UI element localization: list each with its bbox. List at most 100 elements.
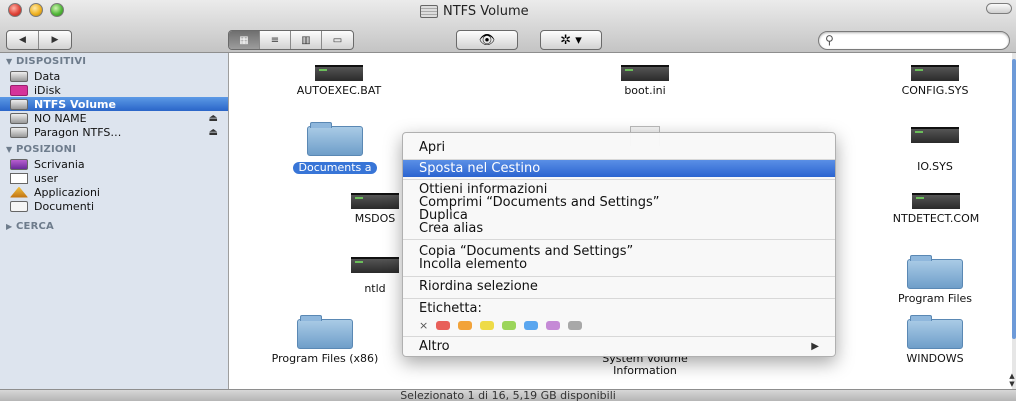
sidebar-item-data[interactable]: Data [0, 69, 228, 83]
file-name: AUTOEXEC.BAT [296, 84, 382, 97]
sidebar-item-label: NTFS Volume [34, 97, 116, 111]
executable-icon [621, 65, 669, 81]
executable-icon [351, 257, 399, 273]
menu-item-move-to-trash[interactable]: Sposta nel Cestino [403, 160, 835, 177]
file-name: boot.ini [624, 84, 666, 97]
disclosure-down-icon: ▼ [6, 57, 13, 66]
label-color-purple[interactable] [546, 320, 561, 330]
menu-item-more[interactable]: Altro ▶ [403, 339, 835, 354]
file-name: NTDETECT.COM [892, 212, 980, 225]
status-bar: Selezionato 1 di 16, 5,19 GB disponibili [0, 389, 1016, 401]
menu-item-clean-up-selection[interactable]: Riordina selezione [403, 279, 835, 294]
drive-icon [10, 98, 28, 110]
file-item[interactable]: boot.ini [570, 65, 720, 97]
scrollbar-thumb[interactable] [1012, 59, 1016, 339]
close-button[interactable] [8, 3, 22, 17]
sidebar-section-search[interactable]: ▶ CERCA [6, 221, 54, 232]
drive-icon [10, 112, 28, 124]
disclosure-right-icon: ▶ [6, 222, 13, 231]
eject-icon[interactable]: ⏏ [209, 127, 218, 138]
drive-icon [420, 4, 438, 18]
sidebar-section-devices[interactable]: ▼ DISPOSITIVI [6, 56, 86, 67]
sidebar: ▼ DISPOSITIVI Data iDisk NTFS Volume NO N… [0, 53, 229, 389]
drive-icon [10, 70, 28, 82]
executable-icon [911, 127, 959, 143]
file-name: IO.SYS [917, 160, 953, 173]
sidebar-item-scrivania[interactable]: Scrivania [0, 157, 228, 171]
search-input[interactable] [839, 33, 999, 48]
menu-separator [403, 298, 835, 299]
label-color-green[interactable] [502, 320, 517, 330]
label-color-red[interactable] [436, 320, 451, 330]
back-forward-control: ◀ ▶ [6, 30, 72, 50]
forward-button[interactable]: ▶ [39, 31, 71, 49]
sidebar-section-places[interactable]: ▼ POSIZIONI [6, 144, 76, 155]
eye-icon: 👁 [478, 32, 496, 48]
sidebar-item-paragon-ntfs[interactable]: Paragon NTFS… ⏏ [0, 125, 228, 139]
idisk-icon [10, 84, 28, 96]
file-item[interactable]: IO.SYS [860, 127, 1010, 173]
folder-icon [307, 122, 363, 156]
action-menu-button[interactable]: ✲ ▾ [540, 30, 602, 50]
menu-label-heading: Etichetta: [419, 301, 482, 316]
quick-look-button[interactable]: 👁 [456, 30, 518, 50]
sidebar-item-idisk[interactable]: iDisk [0, 83, 228, 97]
menu-item-paste[interactable]: Incolla elemento [403, 257, 835, 272]
finder-window: NTFS Volume ◀ ▶ ▦ ≡ ▥ ▭ 👁 ✲ ▾ ⚲ ▼ DISPOSI… [0, 0, 1016, 401]
icon-view-button[interactable]: ▦ [229, 31, 260, 49]
scroll-down-arrow-icon[interactable]: ▼ [1008, 380, 1016, 389]
eject-icon[interactable]: ⏏ [209, 113, 218, 124]
applications-icon [10, 186, 28, 198]
toolbar-toggle-button[interactable] [986, 3, 1012, 14]
column-view-button[interactable]: ▥ [291, 31, 322, 49]
file-name: Program Files [897, 292, 973, 305]
label-color-blue[interactable] [524, 320, 539, 330]
sidebar-item-label: Paragon NTFS… [34, 125, 122, 139]
sidebar-item-no-name[interactable]: NO NAME ⏏ [0, 111, 228, 125]
file-item[interactable]: Program Files (x86) [250, 315, 400, 365]
list-view-button[interactable]: ≡ [260, 31, 291, 49]
menu-item-make-alias[interactable]: Crea alias [403, 221, 835, 236]
sidebar-item-ntfs-volume[interactable]: NTFS Volume [0, 97, 228, 111]
file-name: Program Files (x86) [271, 352, 379, 365]
sidebar-item-documenti[interactable]: Documenti [0, 199, 228, 213]
label-color-yellow[interactable] [480, 320, 495, 330]
home-icon [10, 172, 28, 184]
folder-icon [907, 255, 963, 289]
file-name: CONFIG.SYS [901, 84, 969, 97]
documents-folder-icon [10, 200, 28, 212]
sidebar-item-user[interactable]: user [0, 171, 228, 185]
label-color-gray[interactable] [568, 320, 583, 330]
file-item-selected[interactable]: Documents a [260, 122, 410, 175]
view-mode-control: ▦ ≡ ▥ ▭ [228, 30, 354, 50]
vertical-scrollbar[interactable] [1012, 53, 1016, 389]
label-color-orange[interactable] [458, 320, 473, 330]
window-title: NTFS Volume [420, 2, 620, 20]
file-item[interactable]: WINDOWS [860, 315, 1010, 365]
sidebar-item-label: user [34, 171, 58, 185]
file-item[interactable]: AUTOEXEC.BAT [264, 65, 414, 97]
file-name: WINDOWS [906, 352, 964, 365]
desktop-icon [10, 158, 28, 170]
sidebar-item-label: Applicazioni [34, 185, 100, 199]
submenu-arrow-icon: ▶ [811, 341, 819, 352]
coverflow-view-button[interactable]: ▭ [322, 31, 353, 49]
menu-item-open[interactable]: Apri [403, 140, 835, 155]
search-field[interactable]: ⚲ [818, 31, 1010, 50]
file-item[interactable]: NTDETECT.COM [861, 193, 1011, 225]
minimize-button[interactable] [29, 3, 43, 17]
back-button[interactable]: ◀ [7, 31, 40, 49]
executable-icon [351, 193, 399, 209]
zoom-button[interactable] [50, 3, 64, 17]
file-item[interactable]: Program Files [860, 255, 1010, 305]
folder-icon [297, 315, 353, 349]
sidebar-item-label: Scrivania [34, 157, 85, 171]
file-item[interactable]: CONFIG.SYS [860, 65, 1010, 97]
search-icon: ⚲ [825, 33, 834, 47]
menu-item-label: Altro [419, 339, 450, 354]
executable-icon [911, 65, 959, 81]
menu-separator [403, 239, 835, 240]
status-text: Selezionato 1 di 16, 5,19 GB disponibili [400, 389, 616, 401]
clear-label-icon[interactable]: × [419, 319, 428, 332]
sidebar-item-applicazioni[interactable]: Applicazioni [0, 185, 228, 199]
